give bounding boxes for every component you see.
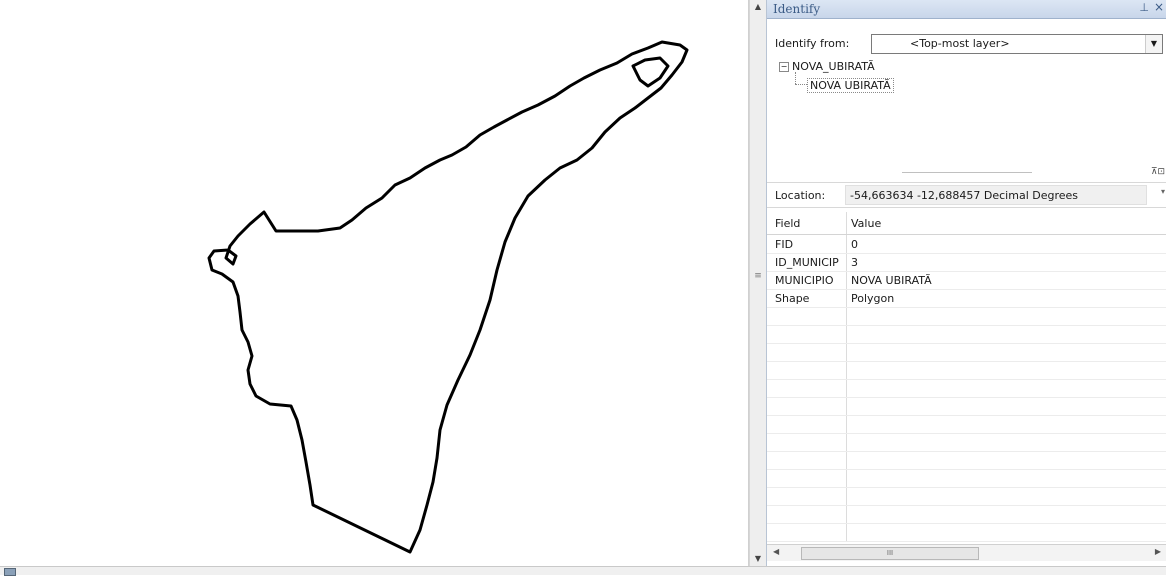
panel-splitter[interactable]: ⊼⊡ [767,167,1166,177]
tree-connector-horizontal [795,84,807,86]
location-value: -54,663634 -12,688457 Decimal Degrees [850,189,1079,202]
table-row [767,344,1166,362]
identify-from-label: Identify from: [775,37,850,50]
scroll-down-arrow-icon[interactable]: ▼ [750,552,766,566]
table-row [767,326,1166,344]
map-view[interactable] [0,0,749,567]
field-column-header[interactable]: Field [775,217,800,230]
tree-feature-node[interactable]: NOVA UBIRATÃ [807,78,894,93]
collapse-toggle-icon[interactable]: − [779,62,789,72]
grid-horizontal-scrollbar[interactable]: ◀ III ▶ [767,544,1166,561]
identify-results-tree: − NOVA_UBIRATÃ NOVA UBIRATÃ [771,58,1163,170]
tree-layer-node[interactable]: − NOVA_UBIRATÃ [779,60,875,73]
row-value: 3 [851,256,858,269]
location-row: Location: -54,663634 -12,688457 Decimal … [767,182,1166,208]
table-row[interactable]: Shape Polygon [767,290,1166,308]
identify-from-select[interactable]: <Top-most layer> ▼ [871,34,1163,54]
splitter-expand-icon[interactable]: ⊼⊡ [1151,167,1165,177]
attribute-grid: Field Value FID 0 ID_MUNICIP 3 MUNICIPIO… [767,212,1166,542]
table-row [767,470,1166,488]
row-field: FID [775,238,794,251]
table-row [767,524,1166,542]
identify-panel: Identify ⊥ × Identify from: <Top-most la… [766,0,1166,566]
row-field: Shape [775,292,810,305]
municipality-polygon[interactable] [207,40,689,554]
splitter-bar[interactable] [902,172,1032,173]
location-label: Location: [775,189,826,202]
pin-icon[interactable]: ⊥ [1139,1,1149,14]
row-value: Polygon [851,292,895,305]
chevron-down-icon[interactable]: ▼ [1145,35,1162,53]
table-row[interactable]: FID 0 [767,236,1166,254]
scroll-right-arrow-icon[interactable]: ▶ [1155,547,1161,556]
table-row[interactable]: ID_MUNICIP 3 [767,254,1166,272]
identify-from-row: Identify from: <Top-most layer> ▼ [775,34,1166,54]
table-row [767,488,1166,506]
table-row [767,308,1166,326]
location-menu-icon[interactable]: ▾ [1161,187,1165,196]
table-row [767,362,1166,380]
row-value: NOVA UBIRATÃ [851,274,932,287]
tree-connector [795,72,797,84]
table-row [767,398,1166,416]
identify-from-value: <Top-most layer> [910,37,1010,50]
row-field: ID_MUNICIP [775,256,839,269]
table-row [767,380,1166,398]
panel-title: Identify [773,2,821,16]
map-vertical-scrollbar[interactable]: ▲ ≡ ▼ [749,0,766,566]
close-icon[interactable]: × [1154,0,1164,14]
table-row [767,506,1166,524]
scroll-left-arrow-icon[interactable]: ◀ [773,547,779,556]
table-row [767,434,1166,452]
scroll-thumb[interactable]: III [801,547,979,560]
scroll-grip-icon[interactable]: ≡ [752,270,764,282]
identify-titlebar[interactable]: Identify ⊥ × [767,0,1166,19]
location-value-box: -54,663634 -12,688457 Decimal Degrees [845,185,1147,205]
table-row [767,452,1166,470]
scroll-up-arrow-icon[interactable]: ▲ [750,0,766,14]
municipality-inner-lobe [631,56,670,88]
layout-view-icon[interactable] [4,568,16,576]
table-row [767,416,1166,434]
row-field: MUNICIPIO [775,274,834,287]
municipality-polygon-canvas [207,40,689,554]
table-row[interactable]: MUNICIPIO NOVA UBIRATÃ [767,272,1166,290]
value-column-header[interactable]: Value [851,217,881,230]
row-value: 0 [851,238,858,251]
grid-header: Field Value [767,212,1166,235]
tree-layer-label: NOVA_UBIRATÃ [792,60,875,73]
